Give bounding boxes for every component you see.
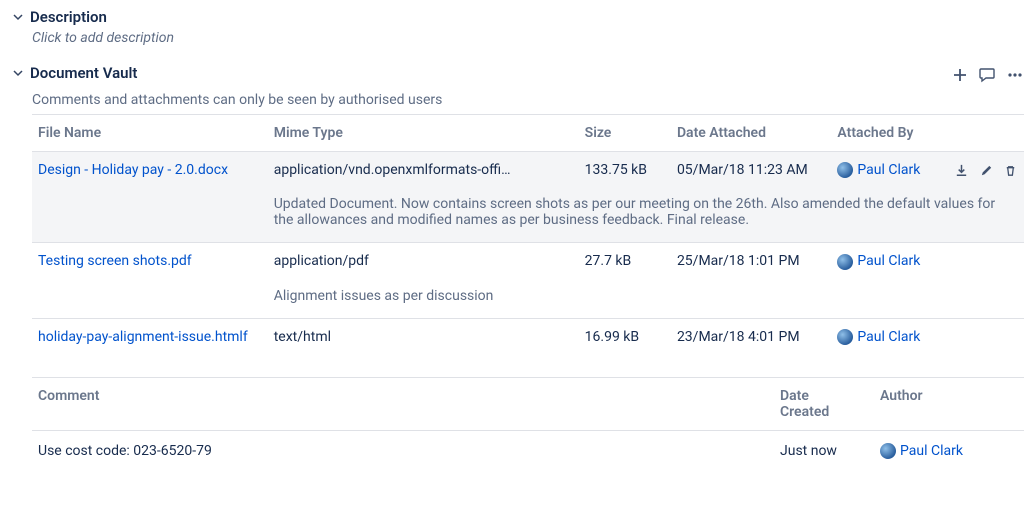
table-row: holiday-pay-alignment-issue.htmlf text/h… (32, 318, 1024, 355)
table-row: Testing screen shots.pdf application/pdf… (32, 243, 1024, 280)
size-value: 16.99 kB (579, 318, 671, 355)
size-value: 27.7 kB (579, 243, 671, 280)
mime-value: text/html (268, 318, 579, 355)
more-icon[interactable] (1006, 66, 1024, 84)
description-placeholder[interactable]: Click to add description (32, 30, 1024, 46)
col-header-date-created: Date Created (774, 377, 852, 430)
user-link[interactable]: Paul Clark (857, 253, 920, 269)
authorisation-note: Comments and attachments can only be see… (32, 92, 1024, 108)
add-icon[interactable] (952, 67, 968, 83)
avatar (880, 443, 896, 459)
document-vault-title: Document Vault (30, 64, 137, 82)
file-link[interactable]: Testing screen shots.pdf (38, 253, 192, 269)
comment-date: Just now (774, 430, 852, 471)
file-link[interactable]: Design - Holiday pay - 2.0.docx (38, 162, 228, 178)
avatar (837, 254, 853, 270)
comments-table: Comment Date Created Author Use cost cod… (32, 377, 1024, 471)
avatar (837, 329, 853, 345)
chevron-down-icon[interactable] (12, 11, 24, 23)
row-note: Updated Document. Now contains screen sh… (32, 188, 1024, 243)
col-header-file: File Name (32, 115, 268, 152)
date-value: 05/Mar/18 11:23 AM (671, 152, 831, 189)
user-link[interactable]: Paul Clark (857, 329, 920, 345)
col-header-user: Attached By (831, 115, 941, 152)
col-header-mime: Mime Type (268, 115, 579, 152)
trash-icon[interactable] (1003, 163, 1018, 178)
user-link[interactable]: Paul Clark (900, 443, 963, 459)
size-value: 133.75 kB (579, 152, 671, 189)
col-header-date: Date Attached (671, 115, 831, 152)
mime-value: application/pdf (268, 243, 579, 280)
row-note: Alignment issues as per discussion (32, 280, 1024, 319)
avatar (837, 162, 853, 178)
download-icon[interactable] (954, 163, 969, 178)
table-header: File Name Mime Type Size Date Attached A… (32, 115, 1024, 152)
comment-text: Use cost code: 023-6520-79 (32, 430, 774, 471)
table-row: Design - Holiday pay - 2.0.docx applicat… (32, 152, 1024, 189)
comments-header: Comment Date Created Author (32, 377, 1024, 430)
user-link[interactable]: Paul Clark (857, 162, 920, 178)
attachments-table: File Name Mime Type Size Date Attached A… (32, 114, 1024, 355)
chevron-down-icon[interactable] (12, 67, 24, 79)
speech-bubble-icon[interactable] (978, 66, 996, 84)
file-link[interactable]: holiday-pay-alignment-issue.htmlf (38, 329, 248, 345)
date-value: 23/Mar/18 4:01 PM (671, 318, 831, 355)
comment-row: Use cost code: 023-6520-79 Just now Paul… (32, 430, 1024, 471)
col-header-author: Author (874, 377, 1024, 430)
col-header-size: Size (579, 115, 671, 152)
description-title: Description (30, 8, 107, 26)
edit-icon[interactable] (979, 163, 994, 178)
date-value: 25/Mar/18 1:01 PM (671, 243, 831, 280)
mime-value: application/vnd.openxmlformats-offi… (268, 152, 579, 189)
col-header-comment: Comment (32, 377, 774, 430)
